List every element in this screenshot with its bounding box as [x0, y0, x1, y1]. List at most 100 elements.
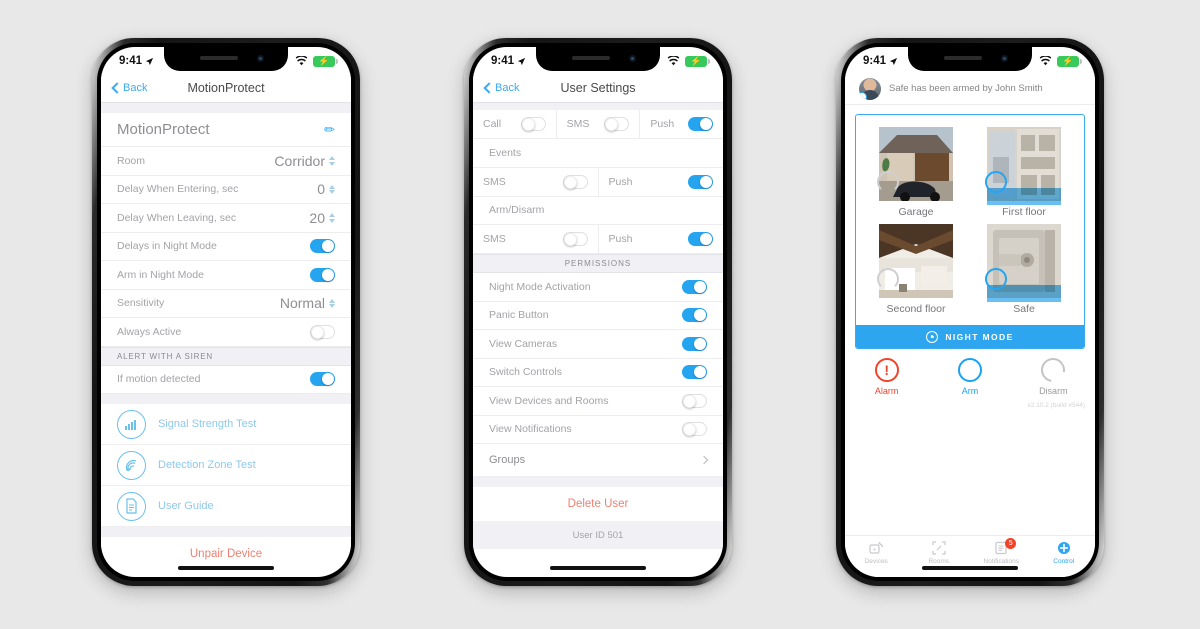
row-label: View Cameras [489, 337, 558, 350]
row-value: Corridor [274, 152, 325, 169]
cell-armdisarm-sms[interactable]: SMS [473, 225, 599, 253]
tab-notifications[interactable]: 5 Notifications [970, 538, 1033, 565]
row-always-active[interactable]: Always Active [101, 318, 351, 347]
toggle-view-notifications[interactable] [682, 422, 707, 437]
notification-text: Safe has been armed by John Smith [889, 83, 1043, 94]
cell-events-push[interactable]: Push [599, 168, 724, 196]
back-button[interactable]: Back [111, 81, 147, 94]
toggle-call[interactable] [520, 117, 546, 131]
row-if-motion-detected[interactable]: If motion detected [101, 365, 351, 394]
status-bar: 9:41 ⚡ [845, 47, 1095, 73]
toggle-events-sms[interactable] [562, 174, 588, 189]
toggle-events-push[interactable] [688, 174, 713, 189]
room-card-first-floor[interactable]: First floor [970, 127, 1078, 218]
row-value: 20 [309, 209, 325, 226]
mode-alarm-button[interactable]: ! Alarm [845, 358, 928, 396]
pencil-icon[interactable]: ✏ [324, 122, 335, 138]
notification-banner[interactable]: Safe has been armed by John Smith [845, 73, 1095, 105]
mode-disarm-button[interactable]: Disarm [1012, 353, 1095, 396]
tab-label: Devices [864, 558, 888, 565]
cell-push[interactable]: Push [640, 110, 723, 138]
action-user-guide[interactable]: User Guide [101, 486, 351, 527]
row-delays-night-mode[interactable]: Delays in Night Mode [101, 232, 351, 261]
signal-bars-icon [117, 409, 146, 439]
motion-waves-icon [117, 450, 146, 480]
status-left: 9:41 [119, 55, 154, 67]
stepper-icon[interactable] [329, 156, 335, 166]
cell-armdisarm-push[interactable]: Push [599, 225, 724, 253]
row-label: Switch Controls [489, 366, 562, 379]
row-sensitivity[interactable]: Sensitivity Normal [101, 289, 351, 318]
user-id-label: User ID 501 [473, 521, 723, 549]
action-detection-zone-test[interactable]: Detection Zone Test [101, 445, 351, 486]
alarm-notification-row: Call SMS Push [473, 110, 723, 139]
home-indicator[interactable] [178, 566, 274, 570]
phone2-screen: 9:41 ⚡ Back User Settings Call SMS Push … [473, 47, 723, 577]
status-time: 9:41 [863, 55, 887, 67]
room-card-safe[interactable]: Safe [970, 224, 1078, 315]
location-arrow-icon [145, 57, 154, 65]
row-night-mode-activation[interactable]: Night Mode Activation [473, 273, 723, 302]
toggle-panic-button[interactable] [682, 308, 707, 323]
cell-sms[interactable]: SMS [557, 110, 641, 138]
document-icon [117, 491, 146, 521]
toggle-if-motion-detected[interactable] [310, 372, 335, 387]
toggle-view-cameras[interactable] [682, 336, 707, 351]
armdisarm-notification-row: SMS Push [473, 225, 723, 254]
toggle-armdisarm-push[interactable] [688, 232, 713, 246]
tab-rooms[interactable]: Rooms [908, 541, 971, 565]
cell-call[interactable]: Call [473, 110, 557, 138]
phone-bezel: 9:41 ⚡ Safe has been armed by John Smith [841, 43, 1099, 581]
toggle-night-mode-activation[interactable] [682, 279, 707, 294]
action-label: User Guide [158, 500, 214, 512]
toggle-switch-controls[interactable] [682, 365, 707, 380]
home-indicator[interactable] [550, 566, 646, 570]
row-delay-entering[interactable]: Delay When Entering, sec 0 [101, 175, 351, 204]
stepper-icon[interactable] [329, 184, 335, 194]
disarm-arc-icon [1036, 353, 1071, 387]
room-status-ring-disarmed [877, 268, 899, 290]
toggle-delays-night-mode[interactable] [310, 239, 335, 254]
row-panic-button[interactable]: Panic Button [473, 301, 723, 330]
stepper-icon[interactable] [329, 298, 335, 308]
mode-buttons: ! Alarm Arm Disarm [845, 349, 1095, 402]
notification-badge: 5 [1005, 538, 1017, 549]
mode-label: Arm [961, 386, 979, 396]
toggle-armdisarm-sms[interactable] [562, 232, 588, 246]
stepper-icon[interactable] [329, 213, 335, 223]
phone1-screen: 9:41 ⚡ Back MotionProtect MotionProtect [101, 47, 351, 577]
mode-arm-button[interactable]: Arm [928, 358, 1011, 396]
wifi-icon [295, 56, 308, 66]
room-card-second-floor[interactable]: Second floor [862, 224, 970, 315]
toggle-always-active[interactable] [310, 324, 335, 339]
room-card-garage[interactable]: Garage [862, 127, 970, 218]
battery-charging-icon: ⚡ [1057, 55, 1082, 67]
row-delay-leaving[interactable]: Delay When Leaving, sec 20 [101, 204, 351, 233]
night-mode-button[interactable]: NIGHT MODE [856, 325, 1084, 348]
toggle-sms[interactable] [604, 117, 630, 131]
toggle-arm-night-mode[interactable] [310, 267, 335, 282]
phone-bezel: 9:41 ⚡ Back User Settings Call SMS Push … [469, 43, 727, 581]
action-signal-strength-test[interactable]: Signal Strength Test [101, 404, 351, 445]
delete-user-button[interactable]: Delete User [473, 487, 723, 521]
tab-control[interactable]: Control [1033, 541, 1096, 565]
cell-events-sms[interactable]: SMS [473, 167, 599, 196]
row-label: Sensitivity [117, 297, 165, 310]
row-room[interactable]: Room Corridor [101, 147, 351, 176]
cell-label: Call [483, 118, 502, 130]
row-switch-controls[interactable]: Switch Controls [473, 358, 723, 387]
home-indicator[interactable] [922, 566, 1018, 570]
row-groups[interactable]: Groups [473, 444, 723, 477]
toggle-push[interactable] [688, 117, 714, 131]
chevron-left-icon [111, 81, 123, 94]
status-bar: 9:41 ⚡ [473, 47, 723, 73]
row-view-devices-and-rooms[interactable]: View Devices and Rooms [473, 387, 723, 416]
toggle-view-devices-and-rooms[interactable] [682, 393, 707, 408]
back-button[interactable]: Back [483, 82, 519, 94]
row-arm-night-mode[interactable]: Arm in Night Mode [101, 261, 351, 290]
row-view-cameras[interactable]: View Cameras [473, 330, 723, 359]
row-view-notifications[interactable]: View Notifications [473, 415, 723, 444]
tab-devices[interactable]: Devices [845, 541, 908, 565]
device-name-row[interactable]: MotionProtect ✏ [101, 113, 351, 147]
section-gap [101, 103, 351, 113]
